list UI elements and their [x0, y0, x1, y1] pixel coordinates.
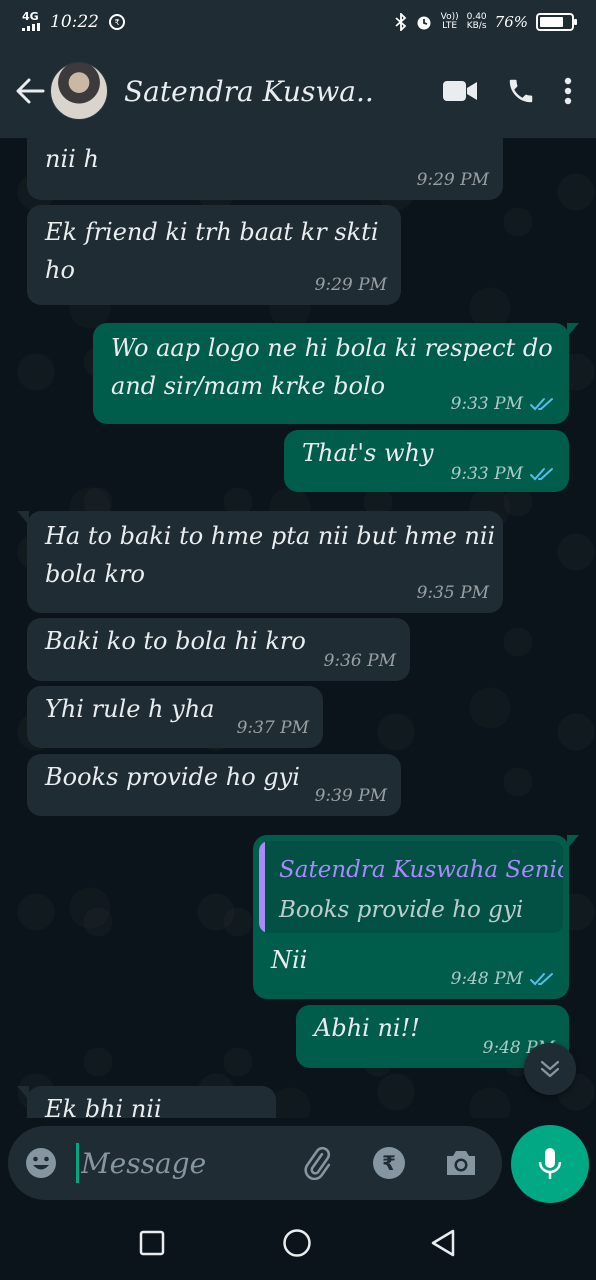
data-saver-icon: ₹ [109, 14, 125, 30]
contact-name[interactable]: Satendra Kuswa... [124, 75, 374, 108]
alarm-icon [417, 16, 431, 30]
message-composer: ₹ [8, 1126, 502, 1200]
microphone-icon [538, 1148, 562, 1179]
back-button[interactable] [12, 71, 48, 111]
message-incoming[interactable]: Ha to baki to hme pta nii but hme nii bol… [17, 511, 503, 613]
message-time: 9:33 PM [451, 464, 555, 484]
quote-author: Satendra Kuswaha Senior [279, 857, 563, 883]
double-chevron-down-icon [540, 1060, 560, 1078]
chat-header: Satendra Kuswa... [0, 44, 596, 138]
triangle-back-icon [432, 1229, 455, 1257]
back-arrow-icon [16, 78, 45, 104]
message-text: Ha to baki to hme pta nii but hme nii bol… [45, 522, 496, 588]
voice-message-button[interactable] [511, 1125, 589, 1203]
battery-icon [536, 13, 577, 31]
message-incoming[interactable]: Yhi rule h yha 9:37 PM [27, 686, 323, 748]
recents-button[interactable] [139, 1230, 165, 1260]
svg-text:₹: ₹ [382, 1151, 396, 1175]
message-time: 9:36 PM [323, 651, 396, 671]
avatar[interactable] [50, 62, 108, 120]
message-input[interactable] [81, 1146, 271, 1180]
message-text: Baki ko to bola hi kro [45, 627, 306, 655]
payment-button[interactable]: ₹ [372, 1146, 406, 1180]
scroll-to-bottom-button[interactable] [524, 1043, 576, 1095]
message-incoming[interactable]: Books provide ho gyi 9:39 PM [27, 754, 401, 816]
message-text: nii h [45, 145, 99, 173]
read-ticks-icon [530, 398, 553, 411]
message-text: That's why [302, 439, 434, 467]
message-outgoing[interactable]: Wo aap logo ne hi bola ki respect do and … [93, 323, 579, 424]
camera-button[interactable] [444, 1148, 478, 1178]
volte-indicator: Vo)) LTE [440, 12, 459, 31]
message-time: 9:48 PM [451, 969, 555, 989]
bluetooth-icon [395, 13, 406, 31]
phone-icon [509, 79, 533, 103]
message-time: 9:35 PM [416, 583, 489, 603]
chat-area[interactable]: nii h 9:29 PM Ek friend ki trh baat kr s… [0, 138, 596, 1118]
message-time: 9:33 PM [451, 394, 555, 414]
battery-percent: 76% [494, 13, 528, 31]
message-incoming[interactable]: Baki ko to bola hi kro 9:36 PM [27, 618, 410, 681]
camera-icon [447, 1151, 475, 1175]
message-text: Nii [271, 946, 308, 974]
home-button[interactable] [282, 1228, 312, 1262]
square-icon [139, 1230, 164, 1256]
message-text: Ek bhi nii [45, 1095, 162, 1118]
quote-accent-bar [259, 841, 265, 933]
network-indicator: 4G [22, 11, 40, 33]
text-cursor [76, 1143, 79, 1183]
system-back-button[interactable] [429, 1228, 457, 1262]
more-options-button[interactable] [564, 77, 572, 105]
attach-button[interactable] [300, 1146, 334, 1180]
video-camera-icon [443, 81, 477, 101]
message-time: 9:39 PM [314, 786, 387, 806]
message-text: Abhi ni!! [314, 1014, 420, 1042]
status-time: 10:22 [50, 12, 99, 32]
read-ticks-icon [530, 973, 553, 986]
message-outgoing-reply[interactable]: Satendra Kuswaha Senior Books provide ho… [253, 835, 579, 999]
quoted-message[interactable]: Satendra Kuswaha Senior Books provide ho… [259, 841, 563, 933]
message-time: 9:29 PM [314, 275, 387, 295]
message-outgoing[interactable]: That's why 9:33 PM [284, 430, 569, 492]
data-rate: 0.40 KB/s [466, 12, 487, 31]
message-incoming[interactable]: nii h 9:29 PM [27, 138, 503, 200]
message-text: Yhi rule h yha [45, 695, 215, 723]
more-vertical-icon [564, 77, 572, 105]
voice-call-button[interactable] [506, 76, 536, 106]
emoji-button[interactable] [24, 1146, 58, 1180]
status-bar: 4G 10:22 ₹ Vo)) LTE 0.40 KB/s 76% [0, 0, 596, 44]
rupee-icon: ₹ [373, 1147, 405, 1179]
emoji-icon [26, 1148, 56, 1178]
message-text: Books provide ho gyi [45, 763, 300, 791]
video-call-button[interactable] [442, 79, 478, 103]
message-incoming[interactable]: Ek bhi nii [17, 1086, 276, 1118]
message-incoming[interactable]: Ek friend ki trh baat kr skti ho 9:29 PM [27, 205, 401, 305]
quote-text: Books provide ho gyi [279, 897, 524, 923]
circle-icon [283, 1229, 311, 1257]
read-ticks-icon [530, 468, 553, 481]
battery-level [540, 17, 563, 27]
message-time: 9:37 PM [236, 718, 309, 738]
system-navigation-bar [0, 1210, 596, 1280]
message-time: 9:29 PM [416, 170, 489, 190]
paperclip-icon [304, 1146, 331, 1180]
